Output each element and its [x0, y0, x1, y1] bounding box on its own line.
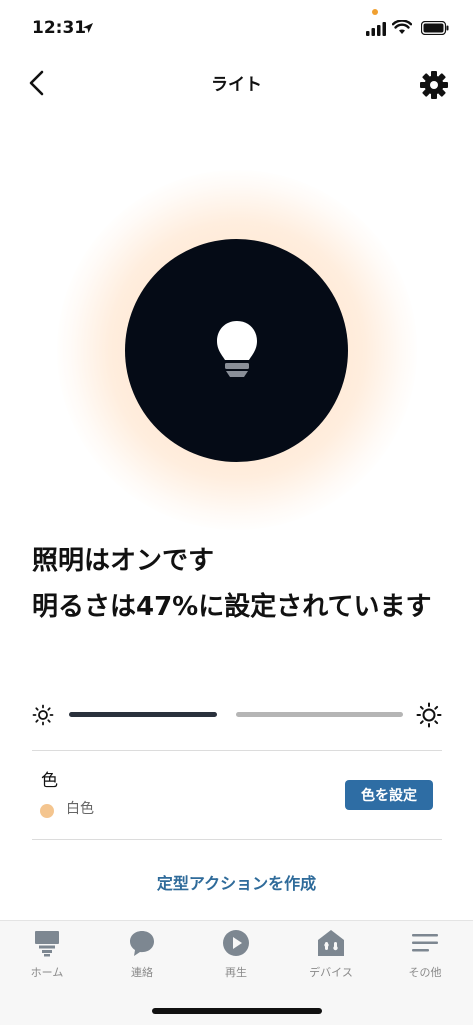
cellular-signal-icon: [366, 22, 386, 36]
color-section-label: 色: [41, 771, 58, 791]
sun-dim-icon: [32, 704, 54, 726]
status-time: 12:31: [32, 18, 87, 38]
power-status-line: 照明はオンです: [32, 546, 215, 576]
create-routine-link[interactable]: 定型アクションを作成: [0, 870, 473, 894]
battery-icon: [421, 21, 449, 35]
settings-button[interactable]: [418, 69, 450, 101]
nav-bar: ライト: [0, 52, 473, 112]
play-icon: [223, 930, 249, 956]
color-swatch: [40, 804, 54, 818]
tab-label: 再生: [225, 966, 247, 979]
brightness-track-remaining[interactable]: [236, 712, 403, 717]
current-color-value: 白色: [66, 801, 94, 817]
tab-label: ホーム: [30, 966, 64, 979]
tab-label: デバイス: [309, 966, 353, 979]
brightness-status-line: 明るさは47%に設定されています: [32, 592, 432, 622]
wifi-icon: [392, 20, 412, 34]
gear-icon: [420, 71, 448, 99]
tab-label: その他: [408, 966, 442, 979]
brightness-track-filled[interactable]: [69, 712, 217, 717]
tab-play[interactable]: 再生: [189, 921, 283, 991]
location-arrow-icon: [83, 23, 93, 33]
light-status-text: 照明はオンです明るさは47%に設定されています: [32, 538, 462, 630]
divider: [32, 839, 442, 840]
tab-communicate[interactable]: 連絡: [95, 921, 189, 991]
brightness-slider[interactable]: [32, 700, 442, 730]
chat-bubble-icon: [130, 931, 154, 956]
tab-devices[interactable]: デバイス: [284, 921, 378, 991]
tab-more[interactable]: その他: [378, 921, 472, 991]
page-title: ライト: [211, 75, 262, 95]
sun-bright-icon: [416, 702, 442, 728]
devices-icon: [318, 930, 344, 956]
tab-label: 連絡: [131, 966, 153, 979]
divider: [32, 750, 442, 751]
menu-icon: [412, 934, 438, 952]
light-bulb-icon: [217, 321, 257, 377]
home-indicator: [152, 1008, 322, 1014]
status-bar: 12:31: [0, 0, 473, 52]
tab-home[interactable]: ホーム: [0, 921, 94, 991]
privacy-indicator-dot: [372, 9, 378, 15]
set-color-button[interactable]: 色を設定: [345, 780, 433, 810]
light-power-button[interactable]: [125, 239, 348, 462]
home-icon: [35, 931, 59, 957]
